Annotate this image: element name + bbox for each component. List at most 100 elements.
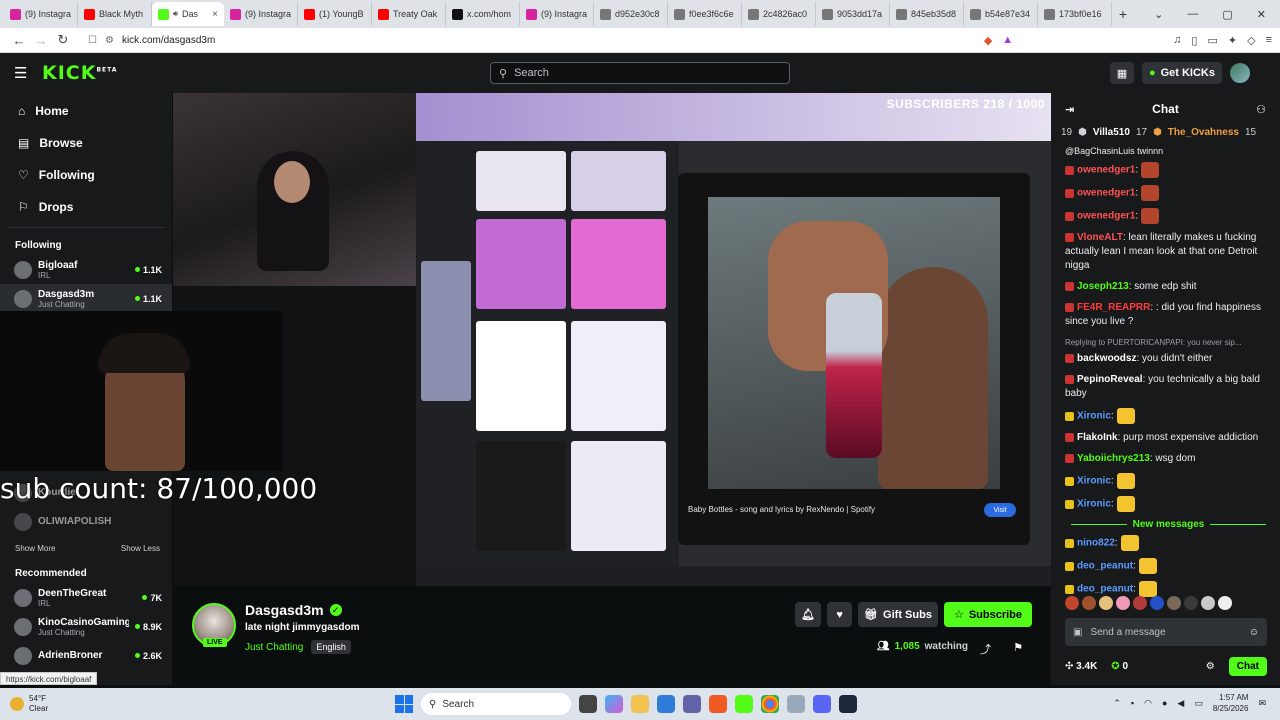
- chat-username[interactable]: owenedger1: [1077, 188, 1135, 199]
- tray-chevron-icon[interactable]: ⌃: [1113, 698, 1121, 709]
- emote-icon[interactable]: [1116, 596, 1130, 610]
- site-info-icon[interactable]: ⚙: [105, 35, 114, 46]
- browser-tab[interactable]: (9) Instagra: [520, 2, 594, 26]
- chat-users-icon[interactable]: ⚇: [1256, 103, 1266, 116]
- new-tab-icon[interactable]: +: [1112, 6, 1134, 22]
- maximize-icon[interactable]: ▢: [1222, 8, 1232, 21]
- kick-logo[interactable]: KICKBETA: [42, 62, 117, 84]
- language-tag[interactable]: English: [311, 640, 351, 654]
- minimize-icon[interactable]: —: [1187, 8, 1198, 21]
- emote-icon[interactable]: [1082, 596, 1096, 610]
- wifi-icon[interactable]: ◠: [1144, 698, 1152, 709]
- back-icon[interactable]: ←: [8, 33, 30, 48]
- channel-item[interactable]: Dasgasd3m Just Chatting 1.1K: [0, 284, 172, 313]
- chrome-icon[interactable]: [761, 695, 779, 713]
- volume-icon[interactable]: ◀: [1177, 698, 1184, 709]
- dashboard-button[interactable]: ▦: [1109, 62, 1134, 84]
- sidebar-item-home[interactable]: ⌂ Home: [0, 95, 172, 127]
- browser-tab[interactable]: 173bf0e16: [1038, 2, 1112, 26]
- emoji-icon[interactable]: ☺: [1249, 627, 1259, 638]
- close-window-icon[interactable]: ✕: [1257, 8, 1266, 21]
- report-icon[interactable]: ⚑: [1013, 641, 1023, 654]
- channel-item[interactable]: KinoCasinoGaming Just Chatting 8.9K: [0, 612, 172, 641]
- emote-icon[interactable]: [1065, 596, 1079, 610]
- emote-icon[interactable]: [1218, 596, 1232, 610]
- taskbar-search[interactable]: ⚲ Search: [421, 693, 571, 715]
- offline-channel-item[interactable]: OLIWIAPOLISH: [0, 507, 172, 536]
- sidebar-item-following[interactable]: ♡ Following: [0, 159, 172, 191]
- channel-points[interactable]: ✪ 0: [1111, 661, 1128, 672]
- chat-username[interactable]: owenedger1: [1077, 211, 1135, 222]
- sidebar-toggle-icon[interactable]: ▯: [1191, 34, 1197, 47]
- browser-tab[interactable]: Black Myth: [78, 2, 152, 26]
- emote-icon[interactable]: [1201, 596, 1215, 610]
- close-tab-icon[interactable]: ×: [212, 9, 218, 20]
- menu-icon[interactable]: ≡: [1266, 34, 1272, 47]
- collapse-chat-icon[interactable]: ⇥: [1065, 103, 1074, 116]
- brave-icon[interactable]: [709, 695, 727, 713]
- emote-icon[interactable]: [1150, 596, 1164, 610]
- discord-icon[interactable]: [813, 695, 831, 713]
- chat-username[interactable]: PepinoReveal: [1077, 374, 1143, 385]
- notifications-icon[interactable]: ✉: [1258, 698, 1266, 709]
- start-button[interactable]: [395, 695, 413, 713]
- chat-username[interactable]: Xironic: [1077, 411, 1111, 422]
- share-icon[interactable]: ⤴: [980, 641, 991, 657]
- rewards-icon[interactable]: ▲: [1002, 34, 1013, 47]
- chat-settings-icon[interactable]: ▣: [1073, 627, 1082, 638]
- chat-username[interactable]: backwoodsz: [1077, 353, 1136, 364]
- reload-icon[interactable]: ↻: [52, 32, 74, 48]
- brave-shield-icon[interactable]: ◆: [984, 34, 992, 47]
- send-chat-button[interactable]: Chat: [1228, 656, 1267, 676]
- task-view-icon[interactable]: [579, 695, 597, 713]
- chat-username[interactable]: FlakoInk: [1077, 432, 1118, 443]
- emote-icon[interactable]: [1133, 596, 1147, 610]
- browser-tab[interactable]: f0ee3f6c6e: [668, 2, 742, 26]
- chat-username[interactable]: deo_peanut: [1077, 561, 1133, 572]
- channel-item[interactable]: AdrienBroner 2.6K: [0, 641, 172, 670]
- sidebar-item-drops[interactable]: ⚐ Drops: [0, 191, 172, 223]
- chat-username[interactable]: deo_peanut: [1077, 584, 1133, 595]
- browser-active-icon[interactable]: [787, 695, 805, 713]
- browser-tab[interactable]: (9) Instagra: [224, 2, 298, 26]
- chat-username[interactable]: VloneALT: [1077, 232, 1123, 243]
- browser-tab[interactable]: b54e87e34: [964, 2, 1038, 26]
- kicks-balance[interactable]: ✣ 3.4K: [1065, 661, 1097, 672]
- media-icon[interactable]: ♫: [1173, 34, 1181, 47]
- chat-input[interactable]: ▣ Send a message ☺: [1065, 618, 1267, 646]
- browser-tab[interactable]: d952e30c8: [594, 2, 668, 26]
- emote-icon[interactable]: [1099, 596, 1113, 610]
- browser-tab[interactable]: 845eb35d8: [890, 2, 964, 26]
- browser-tab[interactable]: Treaty Oak: [372, 2, 446, 26]
- store-icon[interactable]: [657, 695, 675, 713]
- chat-username[interactable]: FE4R_REAPRR: [1077, 302, 1150, 313]
- user-avatar[interactable]: [1230, 63, 1250, 83]
- weather-widget[interactable]: 54°F Clear: [10, 694, 48, 714]
- new-messages-divider[interactable]: New messages: [1065, 519, 1272, 530]
- leo-icon[interactable]: ✦: [1228, 34, 1237, 47]
- sidebar-item-browse[interactable]: ▤ Browse: [0, 127, 172, 159]
- subscribe-button[interactable]: ☆ Subscribe: [943, 602, 1032, 627]
- emote-icon[interactable]: [1184, 596, 1198, 610]
- chevron-down-icon[interactable]: ⌄: [1154, 8, 1163, 21]
- chat-username[interactable]: owenedger1: [1077, 165, 1135, 176]
- chat-username[interactable]: Joseph213: [1077, 281, 1129, 292]
- steam-icon[interactable]: [839, 695, 857, 713]
- show-more-button[interactable]: Show More: [15, 544, 55, 553]
- copilot-icon[interactable]: [605, 695, 623, 713]
- chat-username[interactable]: nino822: [1077, 538, 1115, 549]
- chat-username[interactable]: Yaboiichrys213: [1077, 453, 1150, 464]
- browser-tab[interactable]: x.com/hom: [446, 2, 520, 26]
- file-explorer-icon[interactable]: [631, 695, 649, 713]
- emote-icon[interactable]: [1167, 596, 1181, 610]
- hamburger-menu-icon[interactable]: ☰: [14, 64, 30, 82]
- follow-heart-button[interactable]: ♥: [827, 602, 853, 627]
- channel-item[interactable]: DeenTheGreat IRL 7K: [0, 583, 172, 612]
- search-input[interactable]: ⚲ Search: [490, 62, 790, 84]
- streamer-name[interactable]: Dasgasd3m: [245, 602, 324, 618]
- show-less-button[interactable]: Show Less: [121, 544, 160, 553]
- url-field[interactable]: ☐ ⚙ kick.com/dasgasd3m: [88, 35, 818, 46]
- browser-tab[interactable]: 2c4826ac0: [742, 2, 816, 26]
- browser-tab[interactable]: 🔊︎ Das ×: [152, 2, 224, 26]
- chat-username[interactable]: Xironic: [1077, 499, 1111, 510]
